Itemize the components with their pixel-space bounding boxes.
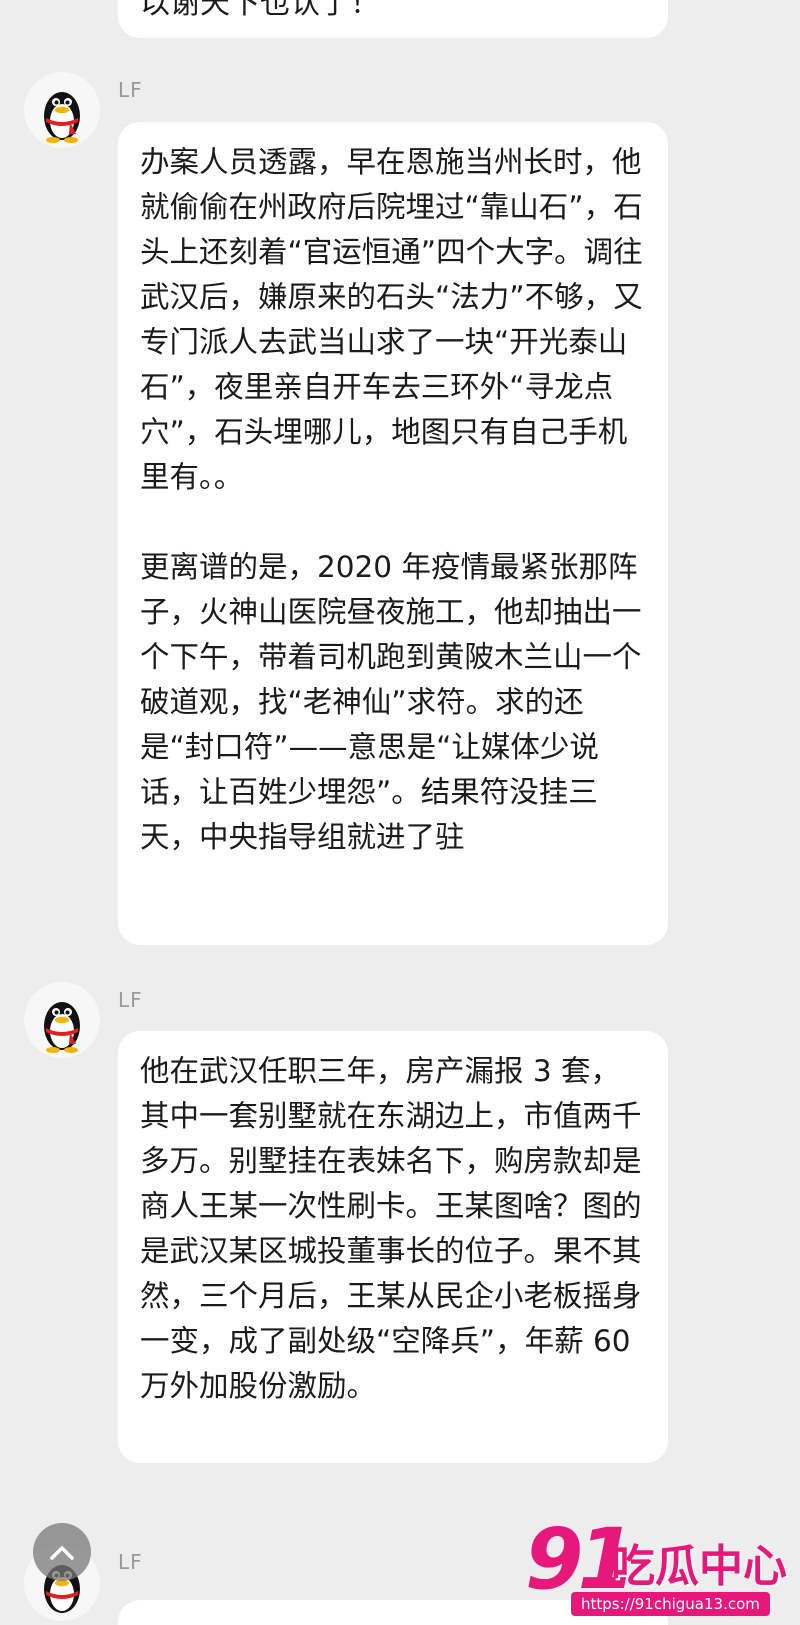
message-bubble[interactable]: 他在武汉任职三年，房产漏报 3 套，其中一套别墅就在东湖边上，市值两千多万。别墅… [118, 1031, 668, 1463]
scroll-to-top-button[interactable] [33, 1523, 91, 1581]
watermark-title: 吃瓜中心 [611, 1541, 787, 1592]
message-paragraph: 他在武汉任职三年，房产漏报 3 套，其中一套别墅就在东湖边上，市值两千多万。别墅… [140, 1054, 642, 1403]
message-text: 以谢天下也认了！ [140, 0, 380, 21]
watermark-url: https://91chigua13.com [571, 1592, 770, 1616]
sender-name: LF [118, 988, 143, 1012]
message-paragraph: 办案人员透露，早在恩施当州长时，他就偷偷在州政府后院埋过“靠山石”，石头上还刻着… [140, 145, 643, 494]
site-watermark: 91 吃瓜中心 https://91chigua13.com [525, 1510, 795, 1620]
message-paragraph: 更离谱的是，2020 年疫情最紧张那阵子，火神山医院昼夜施工，他却抽出一个下午，… [140, 550, 642, 854]
chevron-up-icon [50, 1546, 74, 1560]
qq-penguin-icon[interactable] [24, 982, 100, 1058]
qq-penguin-icon[interactable] [24, 72, 100, 148]
message-bubble[interactable]: 办案人员透露，早在恩施当州长时，他就偷偷在州政府后院埋过“靠山石”，石头上还刻着… [118, 122, 668, 945]
chat-screen: 以谢天下也认了！ LF 办案人员透露，早在恩施当州长时，他就偷偷在州政府后院埋过… [0, 0, 800, 1625]
sender-name: LF [118, 1550, 143, 1574]
message-bubble-partial[interactable]: 以谢天下也认了！ [118, 0, 668, 38]
sender-name: LF [118, 78, 143, 102]
